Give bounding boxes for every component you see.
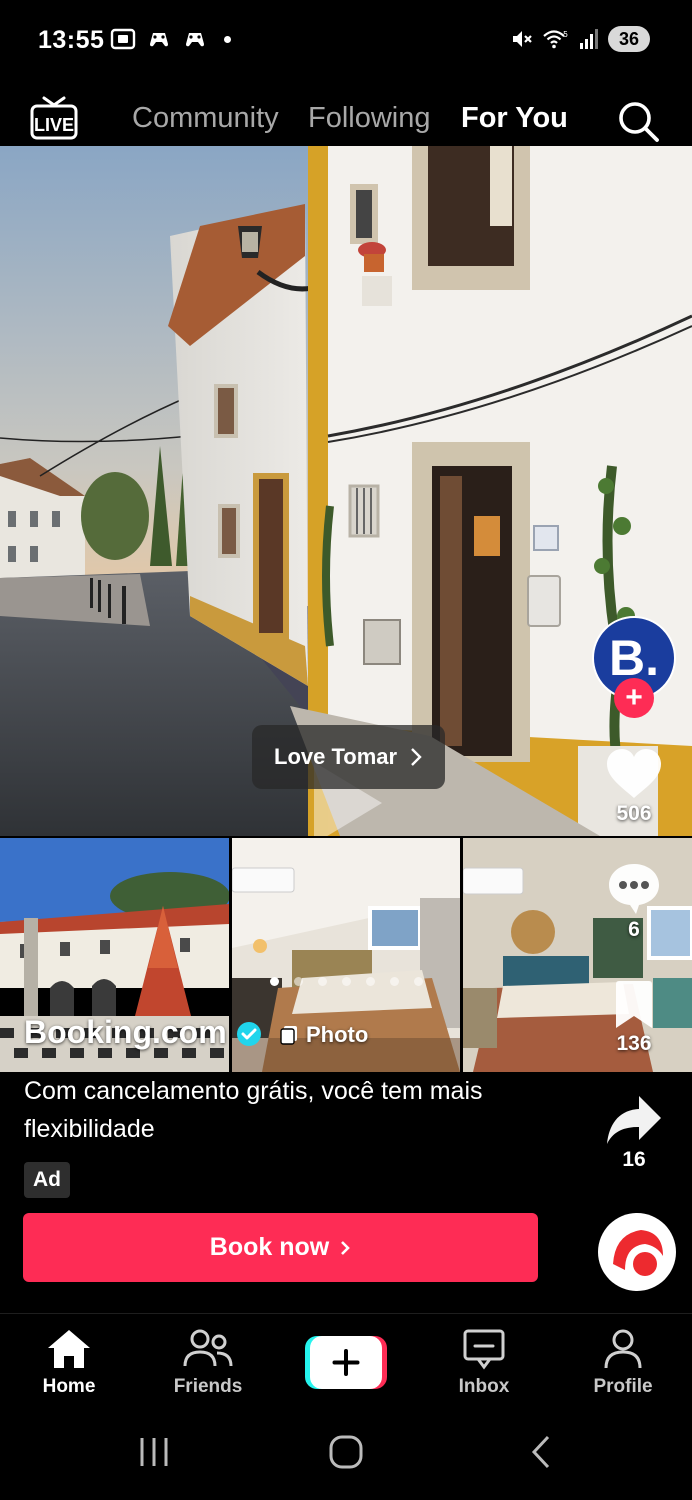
game-controller-icon	[186, 33, 204, 47]
tab-inbox[interactable]: Inbox	[429, 1328, 539, 1398]
follow-plus-button[interactable]: +	[614, 678, 654, 718]
place-tag[interactable]: Love Tomar	[252, 725, 446, 789]
share-arrow-icon	[607, 1096, 661, 1144]
notification-icons	[110, 28, 231, 50]
chevron-right-icon	[341, 1240, 351, 1255]
game-controller-icon	[150, 33, 168, 47]
tab-following[interactable]: Following	[308, 102, 431, 135]
carousel-dot	[366, 977, 375, 986]
photo-stack-icon	[280, 1026, 297, 1045]
carousel-dot	[318, 977, 327, 986]
post-hero-image[interactable]: Love Tomar	[0, 146, 692, 836]
place-tag-label: Love Tomar	[274, 744, 398, 769]
search-icon[interactable]	[615, 98, 661, 144]
carousel-dots	[270, 977, 423, 986]
bookmark-icon	[616, 981, 652, 1028]
status-time: 13:55	[38, 26, 105, 54]
tab-profile-label: Profile	[593, 1376, 653, 1397]
tab-friends-label: Friends	[173, 1376, 243, 1397]
system-navigation-bar	[0, 1410, 692, 1500]
post-caption[interactable]: Com cancelamento grátis, você tem mais f…	[24, 1072, 524, 1148]
carousel-dot	[270, 977, 279, 986]
chevron-right-icon	[411, 748, 422, 766]
live-label: LIVE	[34, 115, 74, 135]
music-disc-button[interactable]	[598, 1213, 676, 1291]
top-nav: LIVE Community Following For You	[0, 82, 692, 159]
carousel-dot	[294, 977, 303, 986]
comment-count: 6	[628, 918, 640, 941]
inbox-icon	[463, 1329, 505, 1370]
carousel-dot	[342, 977, 351, 986]
status-bar: 13:55 5 36	[0, 0, 692, 82]
mute-icon	[513, 31, 532, 47]
content-type-badge: Photo	[280, 1022, 368, 1048]
bottom-tab-bar: Home Friends Inbox Profile	[0, 1313, 692, 1409]
back-icon[interactable]	[524, 1434, 560, 1470]
ad-badge: Ad	[24, 1162, 70, 1198]
signal-icon	[580, 29, 598, 49]
tab-profile[interactable]: Profile	[568, 1328, 678, 1398]
live-button[interactable]: LIVE	[30, 96, 78, 142]
profile-icon	[604, 1329, 642, 1369]
friends-icon	[183, 1329, 233, 1367]
tab-home[interactable]: Home	[14, 1328, 124, 1398]
like-button[interactable]: 506	[599, 748, 669, 826]
tab-community[interactable]: Community	[132, 102, 279, 135]
home-icon	[48, 1330, 90, 1368]
book-now-label: Book now	[209, 1233, 330, 1261]
music-disc-icon	[607, 1222, 667, 1282]
wifi-icon: 5	[543, 30, 568, 49]
notification-dot-icon	[224, 35, 231, 43]
tab-friends[interactable]: Friends	[153, 1328, 263, 1398]
home-system-icon[interactable]	[328, 1434, 364, 1470]
share-button[interactable]: 16	[599, 1094, 669, 1172]
screenshot-icon	[110, 28, 136, 50]
tab-for-you[interactable]: For You	[461, 102, 568, 135]
tab-inbox-label: Inbox	[458, 1376, 510, 1397]
battery-level: 36	[608, 26, 650, 52]
content-type-label: Photo	[306, 1022, 369, 1047]
save-count: 136	[616, 1032, 652, 1055]
book-now-button[interactable]: Book now	[23, 1213, 538, 1282]
save-button[interactable]: 136	[599, 980, 669, 1056]
verified-badge-icon	[237, 1022, 261, 1046]
svg-text:5: 5	[563, 30, 568, 39]
comment-button[interactable]: 6	[599, 860, 669, 942]
heart-icon	[607, 749, 661, 798]
tab-home-label: Home	[42, 1376, 96, 1397]
create-post-button[interactable]	[305, 1336, 387, 1389]
carousel-dot	[390, 977, 399, 986]
comment-bubble-icon	[609, 864, 659, 914]
carousel-dot	[414, 977, 423, 986]
account-name[interactable]: Booking.com	[24, 1014, 227, 1051]
system-indicators: 5 36	[510, 26, 650, 52]
recent-apps-icon[interactable]	[136, 1434, 172, 1470]
share-count: 16	[622, 1148, 646, 1171]
like-count: 506	[616, 802, 652, 825]
